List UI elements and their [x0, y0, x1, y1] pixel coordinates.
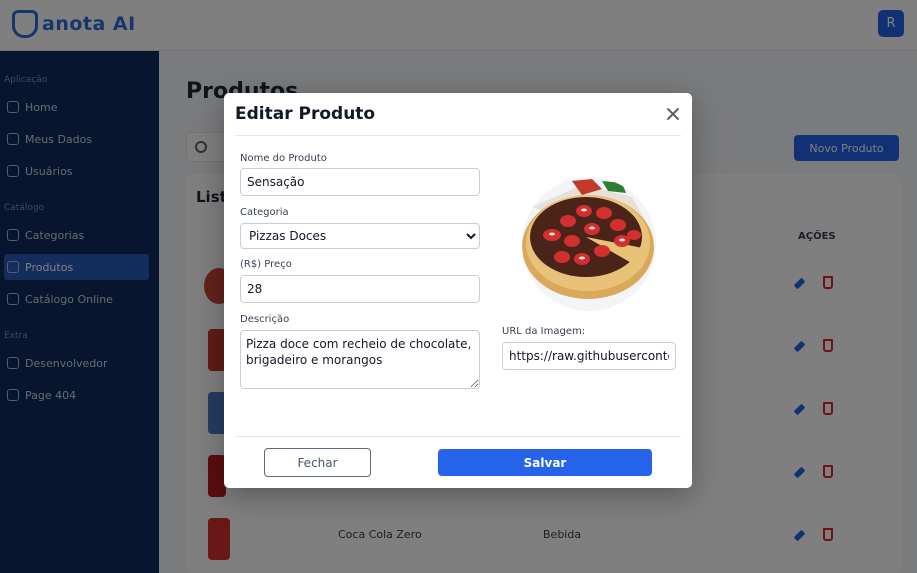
description-textarea[interactable]: Pizza doce com recheio de chocolate, bri… — [240, 330, 480, 389]
header-divider — [235, 135, 681, 136]
edit-product-modal: Editar Produto Nome do Produto Categoria… — [224, 93, 692, 488]
product-image — [522, 177, 656, 311]
description-label: Descrição — [240, 314, 290, 325]
image-url-label: URL da Imagem: — [502, 326, 586, 337]
category-select[interactable]: Pizzas Doces — [240, 223, 480, 249]
close-button[interactable]: Fechar — [264, 448, 371, 477]
category-label: Categoria — [240, 207, 289, 218]
price-field[interactable] — [240, 275, 480, 303]
modal-title: Editar Produto — [235, 104, 376, 124]
close-icon[interactable] — [664, 105, 682, 123]
save-button[interactable]: Salvar — [438, 449, 652, 476]
image-url-field[interactable] — [502, 342, 676, 370]
price-label: (R$) Preço — [240, 259, 292, 270]
name-field[interactable] — [240, 168, 480, 196]
name-label: Nome do Produto — [240, 153, 327, 164]
pizza-image-icon — [522, 177, 656, 311]
footer-divider — [235, 436, 681, 437]
